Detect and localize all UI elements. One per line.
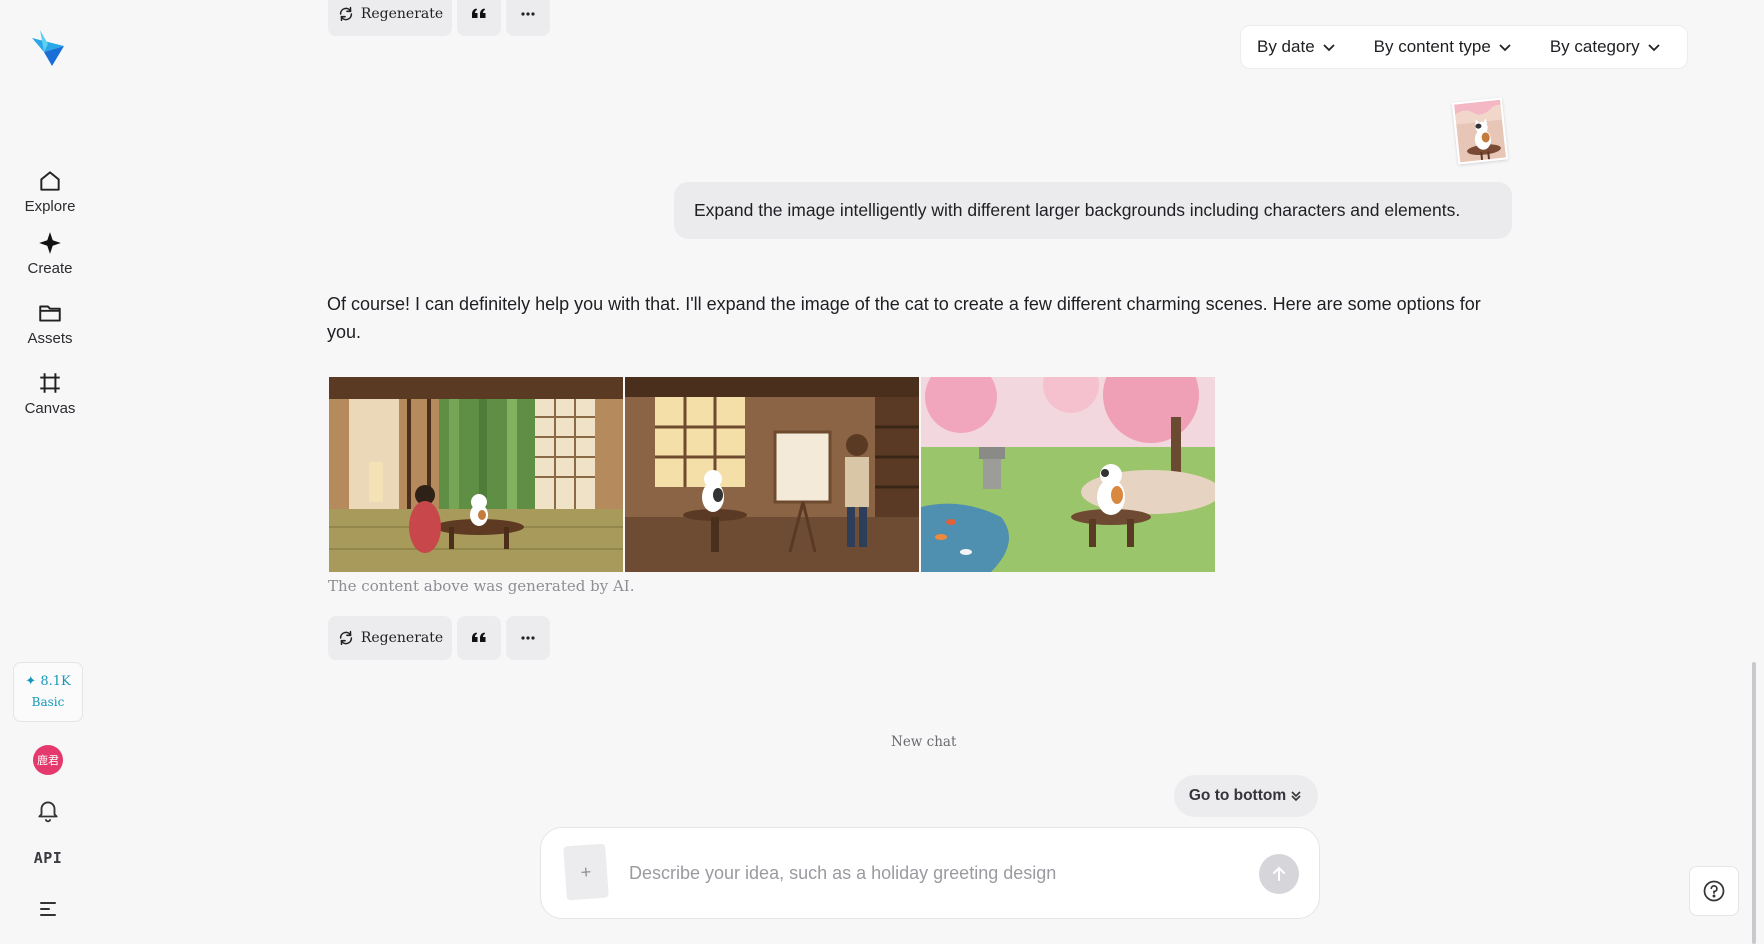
more-horizontal-icon bbox=[521, 636, 535, 640]
filter-bar: By date By content type By category bbox=[1240, 25, 1688, 69]
scrollbar-thumb[interactable] bbox=[1752, 662, 1756, 944]
generated-image-1[interactable] bbox=[329, 377, 623, 572]
home-icon bbox=[40, 171, 60, 191]
send-button[interactable] bbox=[1259, 854, 1299, 894]
more-button[interactable] bbox=[506, 616, 550, 660]
artist-studio-scene bbox=[625, 377, 919, 572]
sparkle-icon bbox=[39, 232, 61, 254]
help-button[interactable] bbox=[1689, 866, 1739, 916]
cat-thumbnail-image bbox=[1454, 99, 1509, 165]
new-chat-link[interactable]: New chat bbox=[891, 734, 956, 750]
quote-icon bbox=[472, 8, 486, 18]
previous-action-bar: Regenerate bbox=[328, 0, 555, 36]
generated-image-3[interactable] bbox=[921, 377, 1215, 572]
credits-amount: ✦ 8.1K bbox=[14, 674, 82, 689]
uploaded-image-thumbnail[interactable] bbox=[1451, 97, 1509, 165]
go-to-bottom-button[interactable]: Go to bottom bbox=[1174, 775, 1318, 817]
user-message-bubble: Expand the image intelligently with diff… bbox=[674, 182, 1512, 239]
left-sidebar: Explore Create Assets Canvas ✦ 8.1K Basi… bbox=[0, 0, 100, 944]
more-horizontal-icon bbox=[521, 12, 535, 16]
nav-explore[interactable]: Explore bbox=[0, 168, 100, 230]
nav-assets-label: Assets bbox=[27, 330, 73, 347]
filter-by-category-label: By category bbox=[1549, 37, 1640, 56]
filter-by-content-type[interactable]: By content type bbox=[1374, 37, 1512, 57]
folder-icon bbox=[39, 305, 61, 322]
response-action-bar: Regenerate bbox=[328, 616, 555, 660]
quote-button[interactable] bbox=[457, 616, 501, 660]
regenerate-button[interactable]: Regenerate bbox=[328, 616, 452, 660]
plan-tier: Basic bbox=[31, 695, 65, 709]
quote-icon bbox=[472, 632, 486, 642]
go-to-bottom-label: Go to bottom bbox=[1188, 787, 1287, 804]
nav-explore-label: Explore bbox=[24, 198, 76, 215]
nav-canvas-label: Canvas bbox=[24, 400, 76, 417]
filter-by-content-type-label: By content type bbox=[1373, 37, 1491, 56]
double-chevron-down-icon bbox=[1291, 791, 1301, 802]
api-link[interactable]: API bbox=[30, 849, 66, 867]
generated-image-gallery bbox=[329, 377, 1217, 572]
regenerate-icon bbox=[339, 630, 352, 646]
generated-image-2[interactable] bbox=[625, 377, 919, 572]
regenerate-button-previous[interactable]: Regenerate bbox=[328, 0, 452, 36]
nav-create-label: Create bbox=[27, 260, 73, 277]
sparkle-small-icon: ✦ bbox=[25, 674, 37, 689]
nav-create[interactable]: Create bbox=[0, 230, 100, 292]
cherry-blossom-garden-scene bbox=[921, 377, 1215, 572]
chevron-down-icon bbox=[1499, 44, 1511, 52]
nav-assets[interactable]: Assets bbox=[0, 300, 100, 362]
app-root: Explore Create Assets Canvas ✦ 8.1K Basi… bbox=[0, 0, 1764, 944]
nav-canvas[interactable]: Canvas bbox=[0, 370, 100, 432]
chevron-down-icon bbox=[1323, 44, 1335, 52]
bell-icon[interactable] bbox=[35, 797, 61, 823]
japanese-room-scene bbox=[329, 377, 623, 572]
user-avatar[interactable]: 鹿君 bbox=[33, 745, 63, 775]
chevron-down-icon bbox=[1647, 44, 1660, 52]
arrow-up-icon bbox=[1273, 866, 1285, 881]
filter-by-date[interactable]: By date bbox=[1257, 37, 1336, 57]
credits-value: 8.1K bbox=[40, 674, 71, 689]
menu-icon[interactable] bbox=[37, 900, 59, 918]
regenerate-label: Regenerate bbox=[360, 630, 444, 646]
regenerate-label: Regenerate bbox=[360, 6, 444, 22]
quote-button-previous[interactable] bbox=[457, 0, 501, 36]
prompt-composer: + bbox=[540, 827, 1320, 919]
regenerate-icon bbox=[339, 6, 352, 22]
ai-response-text: Of course! I can definitely help you wit… bbox=[327, 294, 1481, 342]
more-button-previous[interactable] bbox=[506, 0, 550, 36]
attach-image-button[interactable]: + bbox=[563, 843, 609, 901]
ai-generated-disclaimer: The content above was generated by AI. bbox=[328, 577, 635, 595]
credits-badge[interactable]: ✦ 8.1K Basic bbox=[13, 662, 83, 722]
crop-icon bbox=[40, 373, 60, 393]
app-logo[interactable] bbox=[30, 30, 66, 68]
filter-by-date-label: By date bbox=[1257, 37, 1315, 56]
help-icon bbox=[1703, 880, 1725, 902]
prompt-input[interactable] bbox=[629, 858, 1229, 888]
filter-by-category[interactable]: By category bbox=[1550, 37, 1661, 57]
